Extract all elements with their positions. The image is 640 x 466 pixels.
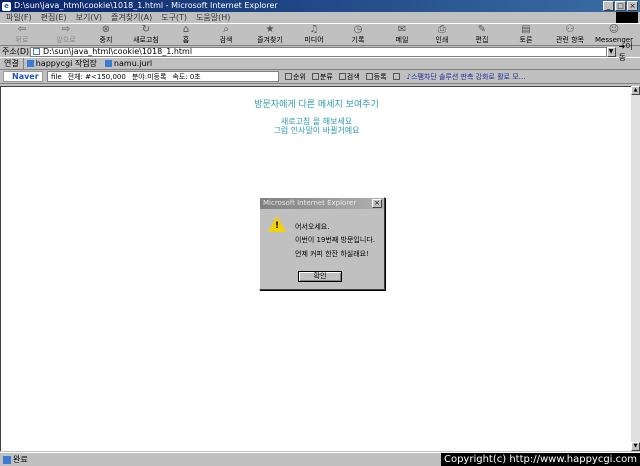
dialog-line-3: 언제 커피 한잔 하실래요! [295, 250, 369, 258]
title-bar: e D:\sun\java_html\cookie\1018_1.html - … [0, 0, 640, 12]
minimize-button[interactable]: _ [603, 1, 614, 11]
copyright-watermark: Copyright(c) http://www.happycgi.com [440, 453, 640, 466]
status-text: 완료 [13, 455, 28, 464]
address-dropdown-button[interactable]: ▼ [606, 46, 616, 57]
page-message-2: 그럼 인사말이 바뀔거예요 [273, 126, 360, 135]
search-info-area: 분야:미등록 [131, 72, 167, 81]
page-icon [104, 60, 112, 67]
media-icon: ♫ [309, 24, 319, 35]
menu-view[interactable]: 보기(V) [76, 12, 102, 23]
toolbar-search-input[interactable]: file 전체: #<150,000 분야:미등록 속도: 0초 [47, 71, 279, 82]
promo-link[interactable]: ♪ 스팸차단 솔루션 판촉 강화로 활로 모... [407, 72, 526, 82]
print-button[interactable]: ⎙ 인쇄 [424, 24, 460, 46]
menu-edit[interactable]: 편집(E) [41, 12, 67, 23]
scroll-up-arrow[interactable]: ▲ [631, 86, 640, 95]
menu-help[interactable]: 도움말(H) [196, 12, 230, 23]
edit-button[interactable]: ✎ 편집 [460, 24, 504, 46]
discuss-button[interactable]: ▤ 토론 [504, 24, 548, 46]
status-bar: 완료 Copyright(c) http://www.happycgi.com [0, 452, 640, 466]
category-button[interactable]: 분류 [311, 72, 333, 82]
address-bar: 주소(D) D:\sun\java_html\cookie\1018_1.htm… [0, 42, 640, 62]
address-input[interactable]: D:\sun\java_html\cookie\1018_1.html [29, 46, 607, 57]
media-button[interactable]: ♫ 미디어 [292, 24, 336, 46]
forward-button[interactable]: ⇨ 앞으로 [44, 24, 88, 46]
mail-button[interactable]: ✉ 메일 [380, 24, 424, 46]
messenger-icon: ☺ [608, 24, 620, 35]
rank-icon [285, 73, 292, 80]
history-button[interactable]: ◷ 기록 [336, 24, 380, 46]
close-button[interactable]: × [627, 1, 638, 11]
page-done-icon [3, 455, 11, 464]
refresh-icon: ↻ [141, 24, 151, 35]
window-title: D:\sun\java_html\cookie\1018_1.html - Mi… [14, 1, 278, 10]
naver-logo[interactable]: Naver [3, 71, 43, 82]
address-value: D:\sun\java_html\cookie\1018_1.html [42, 47, 193, 56]
related-button[interactable]: ⚇ 관련 항목 [548, 24, 592, 46]
refresh-button[interactable]: ↻ 새로고침 [124, 24, 168, 46]
menu-bar: 파일(F) 편집(E) 보기(V) 즐겨찾기(A) 도구(T) 도움말(H) [0, 12, 640, 24]
page-icon [26, 60, 34, 67]
ie-icon: e [2, 1, 11, 11]
search-icon [338, 73, 346, 80]
window-controls: _ □ × [603, 1, 638, 11]
links-bar: 연결 happycgi 작업장 namu.jurl [0, 58, 640, 70]
warning-exclamation-icon: ! [275, 221, 280, 231]
printer-icon: ⎙ [438, 24, 446, 35]
related-icon: ⚇ [565, 24, 575, 35]
mail-icon: ✉ [397, 24, 407, 35]
back-button[interactable]: ⇦ 뒤로 [0, 24, 44, 46]
page-icon [32, 48, 40, 55]
dialog-line-1: 어서오세요. [295, 223, 330, 231]
menu-file[interactable]: 파일(F) [6, 12, 32, 23]
dialog-close-button[interactable]: × [372, 199, 382, 208]
scroll-down-arrow[interactable]: ▼ [631, 442, 640, 451]
register-button[interactable]: 등록 [365, 72, 387, 82]
forward-arrow-icon: ⇨ [61, 24, 71, 35]
register-icon [365, 73, 373, 80]
maximize-button[interactable]: □ [615, 1, 626, 11]
search-button[interactable]: ⌕ 검색 [204, 24, 248, 46]
menu-favorites[interactable]: 즐겨찾기(A) [111, 12, 152, 23]
category-icon [311, 73, 319, 80]
ok-button[interactable]: 확인 [298, 271, 342, 282]
stop-icon: ⊗ [101, 24, 111, 35]
stop-button[interactable]: ⊗ 중지 [88, 24, 124, 46]
mail-check-button[interactable] [392, 73, 401, 80]
edit-icon: ✎ [477, 24, 487, 35]
links-label: 연결 [0, 58, 24, 69]
rank-button[interactable]: 순위 [285, 72, 306, 82]
page-heading: 방문자에게 다른 메세지 보여주기 [254, 100, 379, 110]
home-button[interactable]: ⌂ 홈 [168, 24, 204, 46]
search-info-total: 전체: #<150,000 [67, 72, 126, 81]
menu-tools[interactable]: 도구(T) [161, 12, 187, 23]
windows-logo [616, 12, 638, 23]
dialog-line-2: 이번이 19번째 방문입니다. [295, 236, 375, 244]
dialog-title: Microsoft Internet Explorer [263, 199, 357, 207]
address-label: 주소(D) [2, 47, 30, 56]
search-icon: ⌕ [223, 24, 229, 35]
link-happycgi[interactable]: happycgi 작업장 [26, 58, 97, 69]
history-icon: ◷ [353, 24, 363, 35]
back-arrow-icon: ⇦ [17, 24, 27, 35]
link-namu[interactable]: namu.jurl [104, 59, 152, 68]
home-icon: ⌂ [182, 24, 190, 35]
search-info-speed: 속도: 0초 [172, 72, 201, 81]
standard-toolbar: ⇦ 뒤로 ⇨ 앞으로 ⊗ 중지 ↻ 새로고침 ⌂ 홈 ⌕ 검색 ★ 즐겨찾기 ♫ 미디어 ◷ 기록… [0, 24, 640, 46]
discuss-icon: ▤ [521, 24, 531, 35]
star-icon: ★ [265, 24, 275, 35]
alert-dialog: Microsoft Internet Explorer × ! 어서오세요. 이… [259, 197, 385, 290]
toolbar-search-button[interactable]: 검색 [338, 72, 360, 82]
vertical-scrollbar[interactable]: ▲ ▼ [631, 86, 640, 451]
checkbox-icon [392, 73, 400, 80]
dialog-title-bar: Microsoft Internet Explorer × [260, 198, 384, 209]
search-query: file [51, 72, 62, 81]
favorites-button[interactable]: ★ 즐겨찾기 [248, 24, 292, 46]
search-toolbar: Naver file 전체: #<150,000 분야:미등록 속도: 0초 순… [0, 70, 640, 84]
